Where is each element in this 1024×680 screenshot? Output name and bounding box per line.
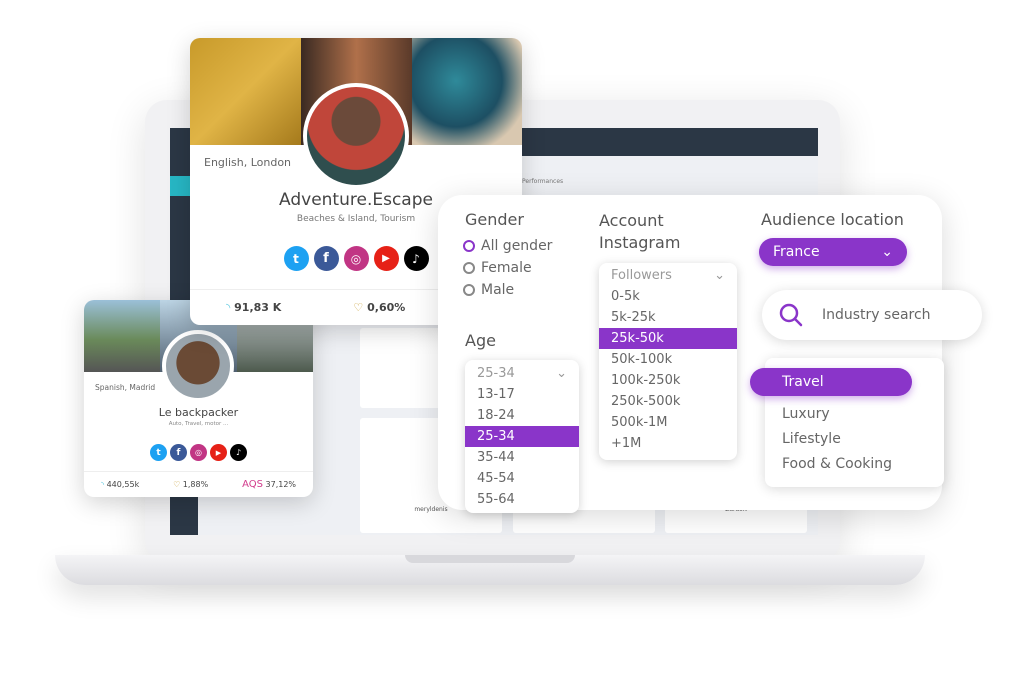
age-option[interactable]: 45-54 <box>465 468 579 489</box>
industry-option-selected[interactable]: Travel <box>750 368 912 396</box>
twitter-icon[interactable]: t <box>150 444 167 461</box>
age-option-selected[interactable]: 25-34 <box>465 426 579 447</box>
engagement-value: 0,60% <box>367 301 406 314</box>
facebook-icon[interactable]: f <box>170 444 187 461</box>
profile-name: Le backpacker <box>158 406 239 419</box>
header-label: Performances <box>522 178 564 185</box>
profile-location: English, London <box>204 156 292 169</box>
rss-icon: ◝ <box>226 301 235 314</box>
cover-image <box>190 38 301 145</box>
profile-location: Spanish, Madrid <box>95 383 156 392</box>
instagram-icon[interactable]: ◎ <box>343 246 369 271</box>
followers-option[interactable]: +1M <box>599 433 737 454</box>
chevron-down-icon: ⌄ <box>556 366 567 381</box>
aqs-value: 37,12% <box>265 480 297 489</box>
search-placeholder: Industry search <box>822 307 931 323</box>
location-title: Audience location <box>761 210 904 229</box>
followers-stat: ◝ 91,83 K <box>226 301 281 314</box>
facebook-icon[interactable]: f <box>313 246 339 271</box>
search-icon <box>779 303 803 327</box>
age-dropdown[interactable]: 25-34 ⌄ 13-17 18-24 25-34 35-44 45-54 55-… <box>465 360 579 513</box>
avatar <box>303 83 409 189</box>
followers-placeholder: Followers <box>611 268 672 283</box>
industry-option[interactable]: Luxury <box>782 402 892 427</box>
tiktok-icon[interactable]: ♪ <box>230 444 247 461</box>
followers-option[interactable]: 250k-500k <box>599 391 737 412</box>
youtube-icon[interactable]: ▶ <box>210 444 227 461</box>
followers-dropdown[interactable]: Followers ⌄ 0-5k 5k-25k 25k-50k 50k-100k … <box>599 263 737 460</box>
cover-image <box>84 300 160 372</box>
engagement-value: 1,88% <box>182 480 209 489</box>
age-title: Age <box>465 331 496 350</box>
industry-option[interactable]: Food & Cooking <box>782 452 892 477</box>
followers-option[interactable]: 50k-100k <box>599 349 737 370</box>
followers-stat: ◝ 440,55k <box>101 480 139 489</box>
chevron-down-icon: ⌄ <box>881 244 893 260</box>
followers-option-selected[interactable]: 25k-50k <box>599 328 737 349</box>
age-option[interactable]: 18-24 <box>465 405 579 426</box>
aqs-stat: AQS 37,12% <box>242 479 296 490</box>
chevron-down-icon: ⌄ <box>714 268 725 283</box>
industry-search-input[interactable]: Industry search <box>762 290 982 340</box>
followers-value: 91,83 K <box>234 301 282 314</box>
gender-title: Gender <box>465 210 524 229</box>
laptop-notch <box>405 555 575 563</box>
avatar <box>162 330 234 402</box>
location-selected: France <box>773 244 820 260</box>
engagement-stat: ♡ 1,88% <box>173 480 208 489</box>
heart-icon: ♡ <box>353 301 368 314</box>
age-option[interactable]: 35-44 <box>465 447 579 468</box>
twitter-icon[interactable]: t <box>283 246 309 271</box>
account-title-line: Instagram <box>599 233 681 252</box>
followers-value: 440,55k <box>106 480 140 489</box>
location-select[interactable]: France ⌄ <box>759 238 907 266</box>
followers-option[interactable]: 500k-1M <box>599 412 737 433</box>
followers-option[interactable]: 5k-25k <box>599 307 737 328</box>
radio-label: Male <box>481 282 515 298</box>
instagram-icon[interactable]: ◎ <box>190 444 207 461</box>
radio-label: Female <box>481 260 532 276</box>
heart-icon: ♡ <box>173 480 183 489</box>
age-dropdown-header[interactable]: 25-34 ⌄ <box>465 363 579 384</box>
radio-male[interactable]: Male <box>463 279 552 301</box>
radio-all-gender[interactable]: All gender <box>463 235 552 257</box>
radio-female[interactable]: Female <box>463 257 552 279</box>
followers-dropdown-header[interactable]: Followers ⌄ <box>599 265 737 286</box>
age-option[interactable]: 13-17 <box>465 384 579 405</box>
followers-option[interactable]: 0-5k <box>599 286 737 307</box>
account-title: Account Instagram <box>599 210 680 254</box>
gender-radio-group: All gender Female Male <box>463 235 552 301</box>
age-selected: 25-34 <box>477 366 515 381</box>
cover-image <box>412 38 522 145</box>
radio-label: All gender <box>481 238 553 254</box>
aqs-label: AQS <box>242 479 263 490</box>
tiktok-icon[interactable]: ♪ <box>403 246 429 271</box>
age-option[interactable]: 55-64 <box>465 489 579 510</box>
profile-card-secondary[interactable]: Spanish, Madrid Le backpacker Auto, Trav… <box>84 300 313 497</box>
youtube-icon[interactable]: ▶ <box>373 246 399 271</box>
engagement-stat: ♡ 0,60% <box>353 301 405 314</box>
industry-option[interactable]: Lifestyle <box>782 427 892 452</box>
followers-option[interactable]: 100k-250k <box>599 370 737 391</box>
account-title-line: Account <box>599 211 664 230</box>
profile-categories: Auto, Travel, motor ... <box>168 421 229 427</box>
